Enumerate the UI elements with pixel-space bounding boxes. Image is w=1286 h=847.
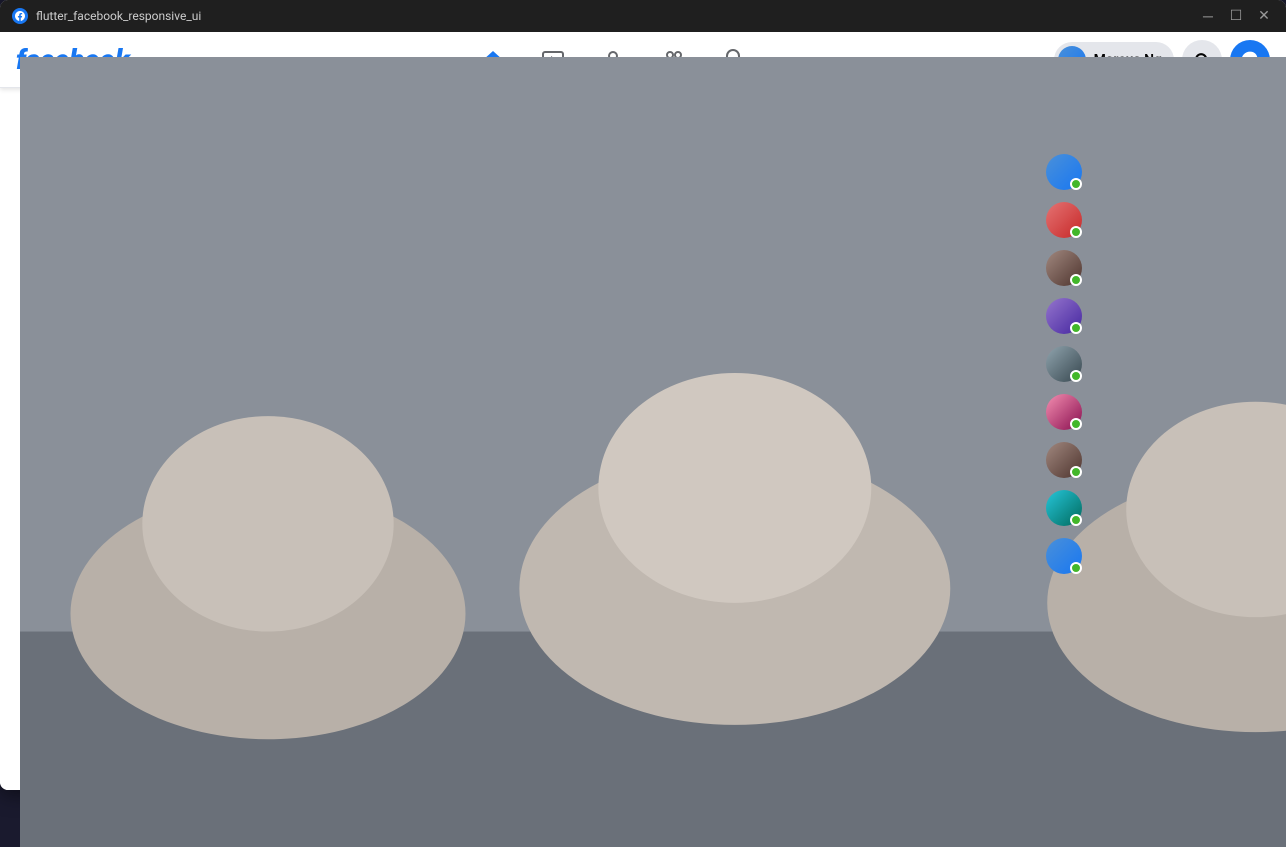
contact-online-dot-4 [1070,370,1082,382]
maximize-button[interactable]: ☐ [1226,6,1246,26]
contact-online-dot-6 [1070,466,1082,478]
contact-online-dot-3 [1070,322,1082,334]
titlebar-title: flutter_facebook_responsive_ui [36,9,201,23]
contact-avatar-wrap-0 [1046,154,1082,190]
contact-online-dot-7 [1070,514,1082,526]
contact-avatar-wrap-3 [1046,298,1082,334]
main-app: facebook [0,32,1286,790]
titlebar: flutter_facebook_responsive_ui ─ ☐ ✕ [0,0,1286,32]
contact-online-dot-8 [1070,562,1082,574]
contact-avatar-wrap-5 [1046,394,1082,430]
titlebar-controls: ─ ☐ ✕ [1198,6,1274,26]
contact-avatar-wrap-8 [1046,538,1082,574]
contact-avatar-wrap-6 [1046,442,1082,478]
contact-online-dot-1 [1070,226,1082,238]
app-icon [12,8,28,24]
contact-online-dot-0 [1070,178,1082,190]
post-image [316,627,1010,790]
post-card: Marcus Ng 58m · ··· Check out these cool… [316,533,1010,790]
minimize-button[interactable]: ─ [1198,6,1218,26]
contact-avatar-wrap-7 [1046,490,1082,526]
close-button[interactable]: ✕ [1254,6,1274,26]
contact-avatar-wrap-1 [1046,202,1082,238]
contact-avatar-wrap-4 [1046,346,1082,382]
contact-online-dot-2 [1070,274,1082,286]
app-window: flutter_facebook_responsive_ui ─ ☐ ✕ fac… [0,0,1286,790]
content-area: Marcus Ng Friends Messenger [0,88,1286,790]
contact-avatar-wrap-2 [1046,250,1082,286]
contact-online-dot-5 [1070,418,1082,430]
titlebar-left: flutter_facebook_responsive_ui [12,8,201,24]
main-feed: + Add to Story Matthew Hinkle [300,88,1026,790]
